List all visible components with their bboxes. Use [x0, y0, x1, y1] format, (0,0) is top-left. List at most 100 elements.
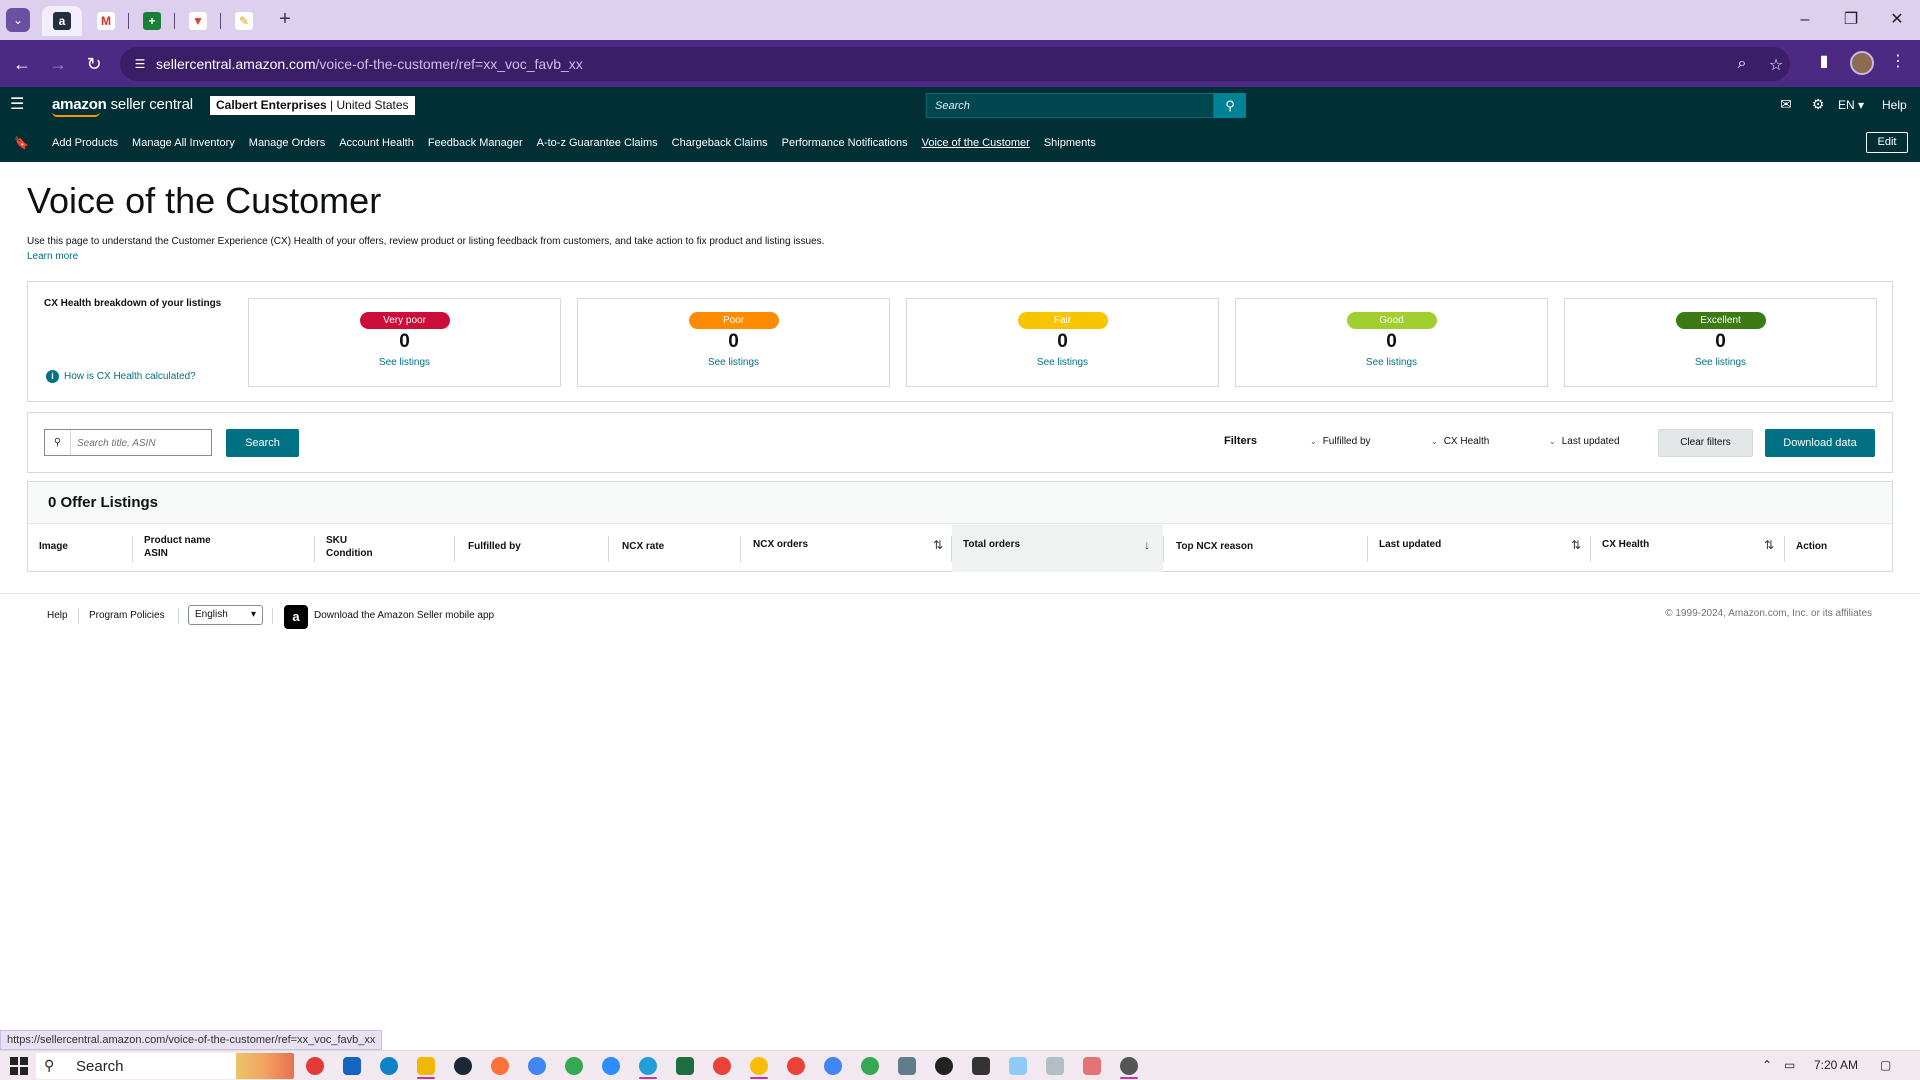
url-omnibox[interactable]: ☰ sellercentral.amazon.com/voice-of-the-…	[120, 47, 1790, 81]
nav-chargeback-claims[interactable]: Chargeback Claims	[672, 137, 768, 149]
listing-search-input[interactable]	[77, 435, 207, 451]
sort-both-icon[interactable]: ⇅	[933, 538, 943, 552]
col-top-ncx-reason[interactable]: Top NCX reason	[1176, 540, 1253, 553]
nav-manage-orders[interactable]: Manage Orders	[249, 137, 325, 149]
tab-sheets[interactable]: +	[132, 6, 172, 36]
nav-shipments[interactable]: Shipments	[1044, 137, 1096, 149]
see-listings-link[interactable]: See listings	[1565, 357, 1876, 368]
col-product-name[interactable]: Product name ASIN	[144, 534, 211, 560]
chrome-icon[interactable]	[713, 1057, 731, 1075]
battery-icon[interactable]: ▭	[1784, 1058, 1795, 1072]
close-window-icon[interactable]: ✕	[1882, 8, 1912, 32]
app-icon-red[interactable]	[306, 1057, 324, 1075]
file-explorer-icon[interactable]	[417, 1057, 435, 1075]
new-tab-icon[interactable]: +	[274, 9, 296, 31]
sort-descending-icon[interactable]: ↓	[1144, 538, 1150, 552]
minimize-icon[interactable]: –	[1790, 8, 1820, 32]
chrome-icon[interactable]	[824, 1057, 842, 1075]
calculator-icon[interactable]	[898, 1057, 916, 1075]
filter-fulfilled-by[interactable]: ⌄ Fulfilled by	[1310, 436, 1371, 447]
edge-icon[interactable]	[380, 1057, 398, 1075]
header-search-button[interactable]: ⚲	[1214, 93, 1246, 118]
download-data-button[interactable]: Download data	[1765, 429, 1875, 457]
windows-start-icon[interactable]	[10, 1057, 28, 1075]
see-listings-link[interactable]: See listings	[907, 357, 1218, 368]
clear-filters-button[interactable]: Clear filters	[1658, 429, 1753, 457]
sort-both-icon[interactable]: ⇅	[1764, 538, 1774, 552]
reload-icon[interactable]: ↻	[82, 52, 106, 76]
browser-menu-icon[interactable]: ⋮	[1886, 51, 1910, 71]
settings-gear-icon[interactable]: ⚙	[1808, 96, 1828, 113]
col-cx-health[interactable]: CX Health	[1602, 538, 1649, 551]
header-search-input[interactable]	[935, 97, 1205, 115]
language-selector[interactable]: EN ▾	[1838, 98, 1864, 112]
mail-icon[interactable]: ✉	[1776, 96, 1796, 113]
app-icon-paint[interactable]	[1083, 1057, 1101, 1075]
filter-last-updated[interactable]: ⌄ Last updated	[1549, 436, 1620, 447]
nav-a-to-z-claims[interactable]: A-to-z Guarantee Claims	[537, 137, 658, 149]
footer-program-policies-link[interactable]: Program Policies	[89, 610, 165, 621]
bookmark-icon[interactable]: 🔖	[14, 136, 29, 150]
footer-language-select[interactable]: English ▾	[188, 605, 263, 625]
zoom-icon[interactable]: ⌕	[1732, 55, 1752, 73]
chrome-icon[interactable]	[787, 1057, 805, 1075]
chrome-icon[interactable]	[565, 1057, 583, 1075]
app-icon-snip[interactable]	[1046, 1057, 1064, 1075]
filter-cx-health[interactable]: ⌄ CX Health	[1431, 436, 1489, 447]
tab-search-dropdown-icon[interactable]: ⌄	[6, 8, 30, 32]
chrome-icon[interactable]	[528, 1057, 546, 1075]
app-icon-store[interactable]	[343, 1057, 361, 1075]
seller-central-logo[interactable]: amazon seller central	[52, 96, 193, 117]
nav-manage-all-inventory[interactable]: Manage All Inventory	[132, 137, 235, 149]
footer-help-link[interactable]: Help	[47, 610, 68, 621]
tray-chevron-up-icon[interactable]: ⌃	[1762, 1058, 1772, 1072]
forward-icon[interactable]: →	[46, 52, 70, 76]
restore-icon[interactable]: ❐	[1836, 8, 1866, 32]
col-ncx-rate[interactable]: NCX rate	[622, 540, 664, 553]
sort-both-icon[interactable]: ⇅	[1571, 538, 1581, 552]
telegram-icon[interactable]	[639, 1057, 657, 1075]
back-icon[interactable]: ←	[10, 52, 34, 76]
app-icon-dark[interactable]	[935, 1057, 953, 1075]
chrome-icon[interactable]	[750, 1057, 768, 1075]
tab-amazon[interactable]: a	[42, 6, 82, 36]
app-icon-notepad[interactable]	[1009, 1057, 1027, 1075]
col-total-orders[interactable]: Total orders	[963, 538, 1020, 551]
see-listings-link[interactable]: See listings	[578, 357, 889, 368]
steam-icon[interactable]	[454, 1057, 472, 1075]
col-sku[interactable]: SKU Condition	[326, 534, 373, 560]
col-ncx-orders[interactable]: NCX orders	[753, 538, 808, 551]
tab-todoist[interactable]: ▼	[178, 6, 218, 36]
chrome-icon[interactable]	[861, 1057, 879, 1075]
taskbar-search[interactable]: ⚲ Search	[36, 1053, 294, 1079]
col-last-updated[interactable]: Last updated	[1379, 538, 1441, 551]
nav-account-health[interactable]: Account Health	[339, 137, 414, 149]
col-fulfilled-by[interactable]: Fulfilled by	[468, 540, 521, 553]
cx-health-info-link[interactable]: i How is CX Health calculated?	[46, 370, 196, 383]
help-link[interactable]: Help	[1882, 98, 1907, 112]
tab-pen[interactable]: ✎	[224, 6, 264, 36]
footer-app-download-link[interactable]: Download the Amazon Seller mobile app	[314, 610, 494, 621]
learn-more-link[interactable]: Learn more	[27, 251, 78, 262]
see-listings-link[interactable]: See listings	[249, 357, 560, 368]
side-panel-icon[interactable]: ▮	[1812, 51, 1836, 71]
clock-time[interactable]: 7:20 AM	[1814, 1058, 1858, 1072]
firefox-icon[interactable]	[491, 1057, 509, 1075]
see-listings-link[interactable]: See listings	[1236, 357, 1547, 368]
site-info-icon[interactable]: ☰	[132, 56, 148, 72]
edit-nav-button[interactable]: Edit	[1866, 132, 1908, 153]
url-text[interactable]: sellercentral.amazon.com/voice-of-the-cu…	[156, 56, 583, 72]
nav-voice-of-the-customer[interactable]: Voice of the Customer	[922, 137, 1030, 149]
settings-gear-icon[interactable]	[1120, 1057, 1138, 1075]
profile-avatar[interactable]	[1850, 51, 1874, 75]
app-icon-sticky[interactable]	[972, 1057, 990, 1075]
hamburger-menu-icon[interactable]: ☰	[10, 96, 28, 114]
nav-add-products[interactable]: Add Products	[52, 137, 118, 149]
listing-search-button[interactable]: Search	[226, 429, 299, 457]
bookmark-star-icon[interactable]: ☆	[1766, 55, 1786, 75]
excel-icon[interactable]	[676, 1057, 694, 1075]
zoom-icon[interactable]	[602, 1057, 620, 1075]
tab-gmail[interactable]: M	[86, 6, 126, 36]
notifications-icon[interactable]: ▢	[1880, 1058, 1891, 1072]
seller-app-icon[interactable]: a	[284, 605, 308, 629]
